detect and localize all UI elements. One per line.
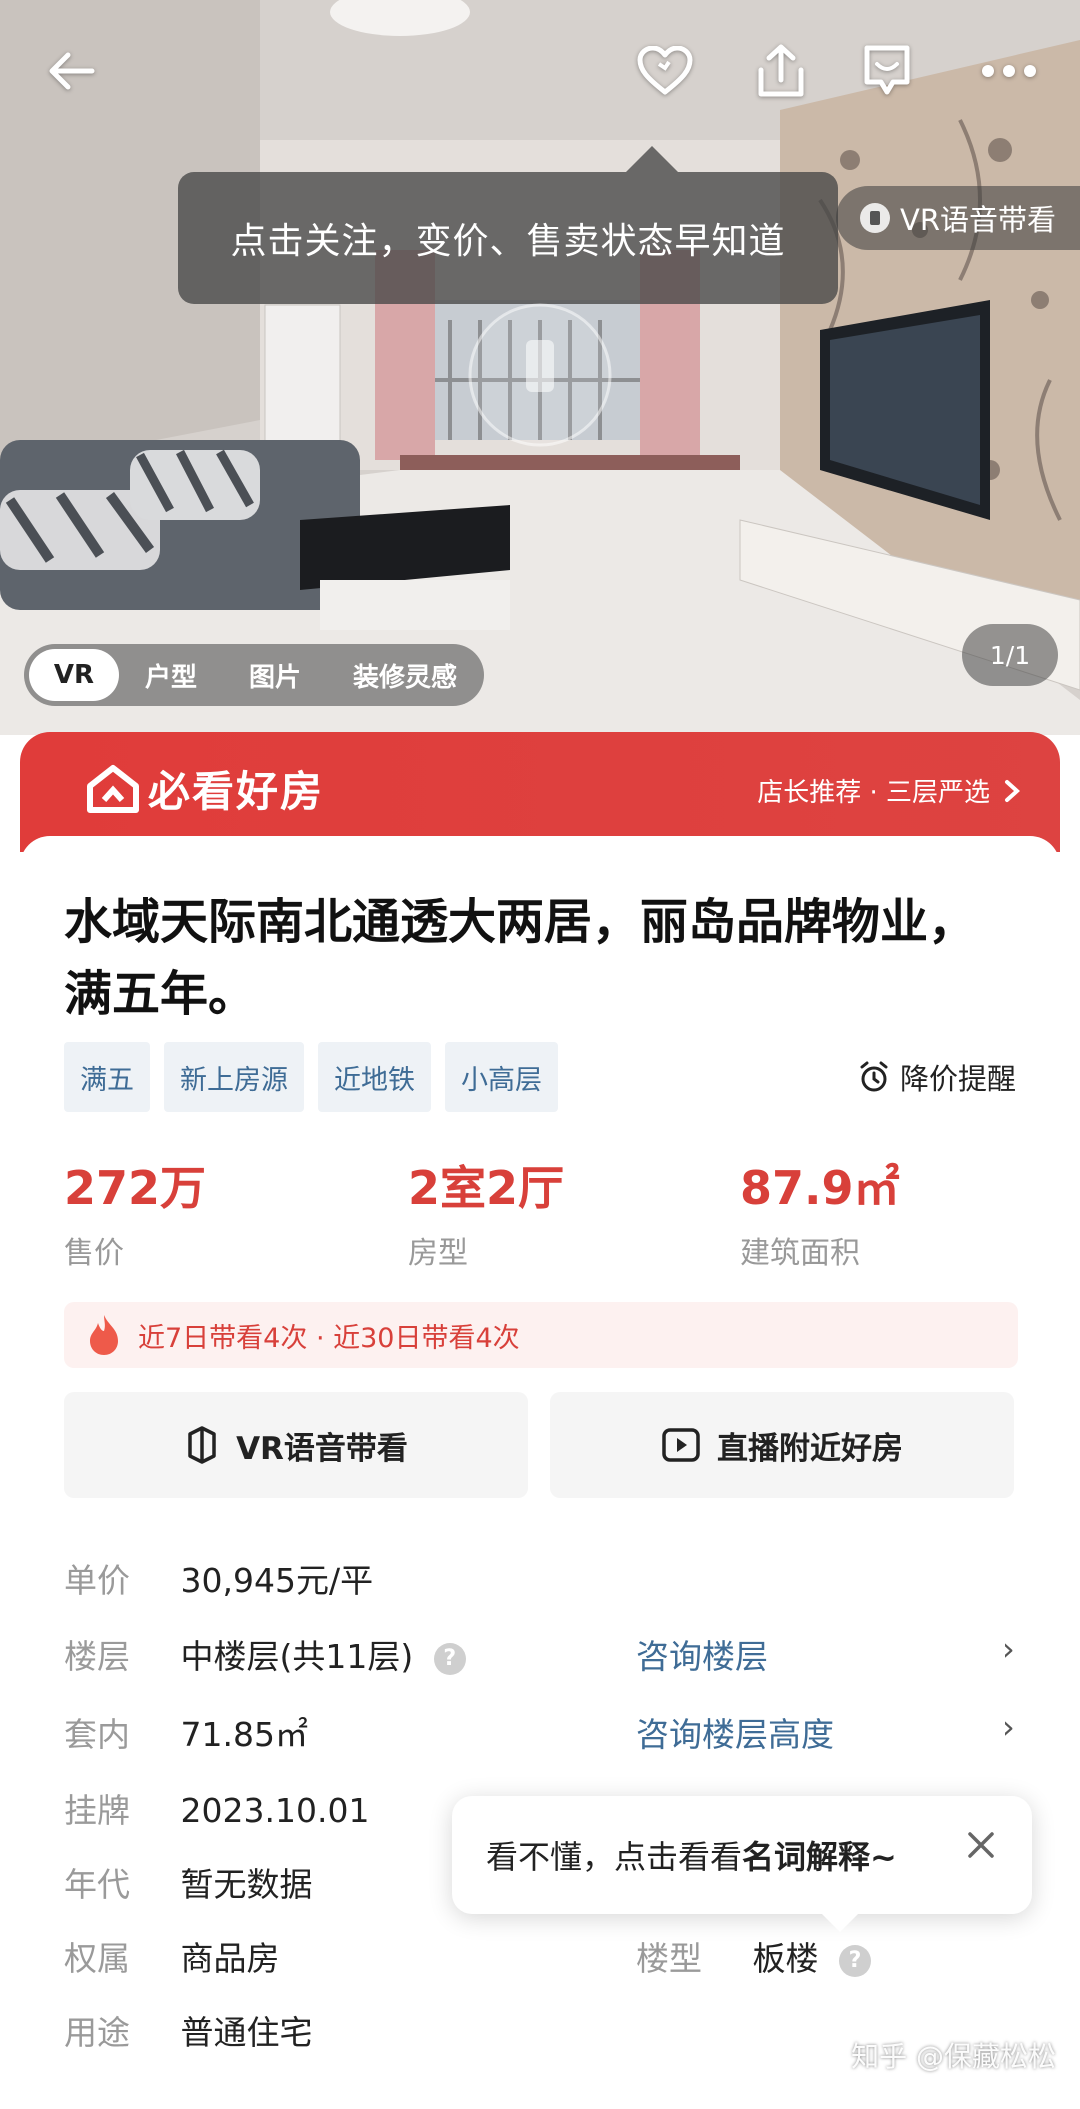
chevron-right-icon[interactable]: › (1002, 1708, 1015, 1746)
flame-icon (90, 1315, 118, 1355)
more-button[interactable] (974, 36, 1044, 106)
stat-value: 272万 (64, 1161, 207, 1215)
detail-key: 单价 (64, 1561, 130, 1600)
stat-label: 房型 (408, 1236, 468, 1271)
media-tab-vr[interactable]: VR (29, 649, 119, 701)
detail-value: 暂无数据 (180, 1865, 313, 1904)
media-tab-decor[interactable]: 装修灵感 (327, 649, 483, 701)
detail-building-age: 年代 暂无数据 (64, 1858, 313, 1906)
vr-voice-pill[interactable]: VR语音带看 (836, 186, 1080, 250)
consult-floor-link[interactable]: 咨询楼层 (636, 1630, 768, 1678)
help-icon[interactable]: ? (839, 1944, 871, 1977)
vr-voice-tour-label: VR语音带看 (236, 1430, 408, 1467)
detail-value: 2023.10.01 (180, 1791, 370, 1830)
help-icon[interactable]: ? (433, 1642, 466, 1675)
tag-item: 新上房源 (164, 1042, 304, 1112)
detail-key: 年代 (64, 1865, 130, 1904)
back-button[interactable] (36, 36, 106, 106)
message-button[interactable] (852, 36, 922, 106)
stat-value: 2室2厅 (408, 1161, 565, 1215)
detail-key: 楼型 (636, 1939, 702, 1978)
detail-key: 楼层 (64, 1637, 130, 1676)
detail-ownership: 权属 商品房 (64, 1932, 280, 1980)
banner-right-text: 店长推荐 · 三层严选 (757, 778, 990, 808)
must-see-banner[interactable]: 必看好房 店长推荐 · 三层严选 (20, 732, 1060, 852)
back-arrow-icon (49, 52, 95, 90)
detail-floor: 楼层 中楼层(共11层) ? (64, 1630, 466, 1678)
live-nearby-label: 直播附近好房 (717, 1430, 903, 1467)
detail-value: 商品房 (180, 1939, 280, 1978)
media-tab-photos[interactable]: 图片 (223, 649, 327, 701)
listing-tags: 满五 新上房源 近地铁 小高层 (64, 1042, 558, 1112)
banner-logo: 必看好房 (86, 758, 324, 819)
live-nearby-button[interactable]: 直播附近好房 (550, 1392, 1014, 1498)
close-icon[interactable] (966, 1830, 996, 1868)
detail-listed-date: 挂牌 2023.10.01 (64, 1784, 369, 1832)
viewing-heat-bar: 近7日带看4次 · 近30日带看4次 (64, 1302, 1018, 1368)
vr-voice-label: VR语音带看 (900, 203, 1056, 237)
media-tabs: VR 户型 图片 装修灵感 (24, 644, 484, 706)
price-alert-label: 降价提醒 (899, 1062, 1016, 1096)
glossary-tooltip[interactable]: 看不懂，点击看看名词解释~ (452, 1796, 1032, 1932)
viewing-heat-text: 近7日带看4次 · 近30日带看4次 (138, 1322, 520, 1354)
chevron-right-icon (1005, 779, 1020, 802)
tag-item: 满五 (64, 1042, 150, 1112)
chat-bubble-icon (864, 45, 910, 95)
detail-value: 普通住宅 (180, 2013, 313, 2052)
stat-label: 建筑面积 (740, 1236, 860, 1271)
consult-floor-height-link[interactable]: 咨询楼层高度 (636, 1708, 834, 1756)
follow-tip-tooltip[interactable]: 点击关注，变价、售卖状态早知道 (178, 146, 838, 304)
live-play-icon (662, 1428, 700, 1462)
stat-layout: 2室2厅 房型 (408, 1152, 564, 1272)
chevron-right-icon[interactable]: › (1002, 1630, 1015, 1668)
banner-right[interactable]: 店长推荐 · 三层严选 (757, 772, 1020, 809)
detail-key: 套内 (64, 1715, 130, 1754)
glossary-tooltip-text: 看不懂，点击看看名词解释~ (486, 1838, 897, 1876)
listing-photo[interactable]: 点击关注，变价、售卖状态早知道 VR语音带看 VR 户型 图片 装修灵感 1/1 (0, 0, 1080, 735)
stat-label: 售价 (64, 1236, 124, 1271)
detail-key: 用途 (64, 2013, 130, 2052)
share-button[interactable] (746, 36, 816, 106)
stat-price: 272万 售价 (64, 1152, 206, 1272)
detail-usage: 用途 普通住宅 (64, 2006, 313, 2054)
listing-card: 水域天际南北通透大两居，丽岛品牌物业，满五年。 满五 新上房源 近地铁 小高层 … (20, 836, 1060, 2109)
detail-building-type: 楼型 板楼 ? (636, 1932, 871, 1980)
price-alert-button[interactable]: 降价提醒 (858, 1056, 1016, 1098)
follow-tip-text: 点击关注，变价、售卖状态早知道 (230, 221, 786, 262)
detail-unit-price: 单价 30,945元/平 (64, 1554, 373, 1602)
detail-value: 30,945元/平 (180, 1561, 374, 1600)
stat-value: 87.9㎡ (740, 1161, 900, 1215)
stat-area: 87.9㎡ 建筑面积 (740, 1152, 900, 1272)
vr-voice-tour-button[interactable]: VR语音带看 (64, 1392, 528, 1498)
listing-title: 水域天际南北通透大两居，丽岛品牌物业，满五年。 (64, 894, 977, 1022)
detail-value: 板楼 (752, 1939, 819, 1978)
more-dots-icon (982, 65, 1036, 77)
vr-icon (860, 203, 890, 233)
detail-key: 权属 (64, 1939, 130, 1978)
detail-value: 71.85㎡ (180, 1715, 308, 1754)
favorite-button[interactable] (630, 36, 700, 106)
tag-item: 小高层 (445, 1042, 558, 1112)
watermark: 知乎 @保藏松松 (851, 2040, 1056, 2073)
vr-play-marker-icon[interactable] (450, 300, 630, 450)
detail-key: 挂牌 (64, 1791, 130, 1830)
alarm-clock-icon (860, 1061, 888, 1092)
vr-cube-icon (188, 1426, 216, 1464)
photo-counter: 1/1 (962, 624, 1058, 686)
detail-value: 中楼层(共11层) (180, 1637, 414, 1676)
banner-brand: 必看好房 (148, 767, 325, 816)
detail-inner-area: 套内 71.85㎡ (64, 1708, 308, 1756)
media-tab-floorplan[interactable]: 户型 (119, 649, 223, 701)
share-icon (758, 44, 804, 97)
tag-item: 近地铁 (318, 1042, 431, 1112)
heart-icon (637, 46, 693, 95)
house-logo-icon (87, 764, 139, 813)
